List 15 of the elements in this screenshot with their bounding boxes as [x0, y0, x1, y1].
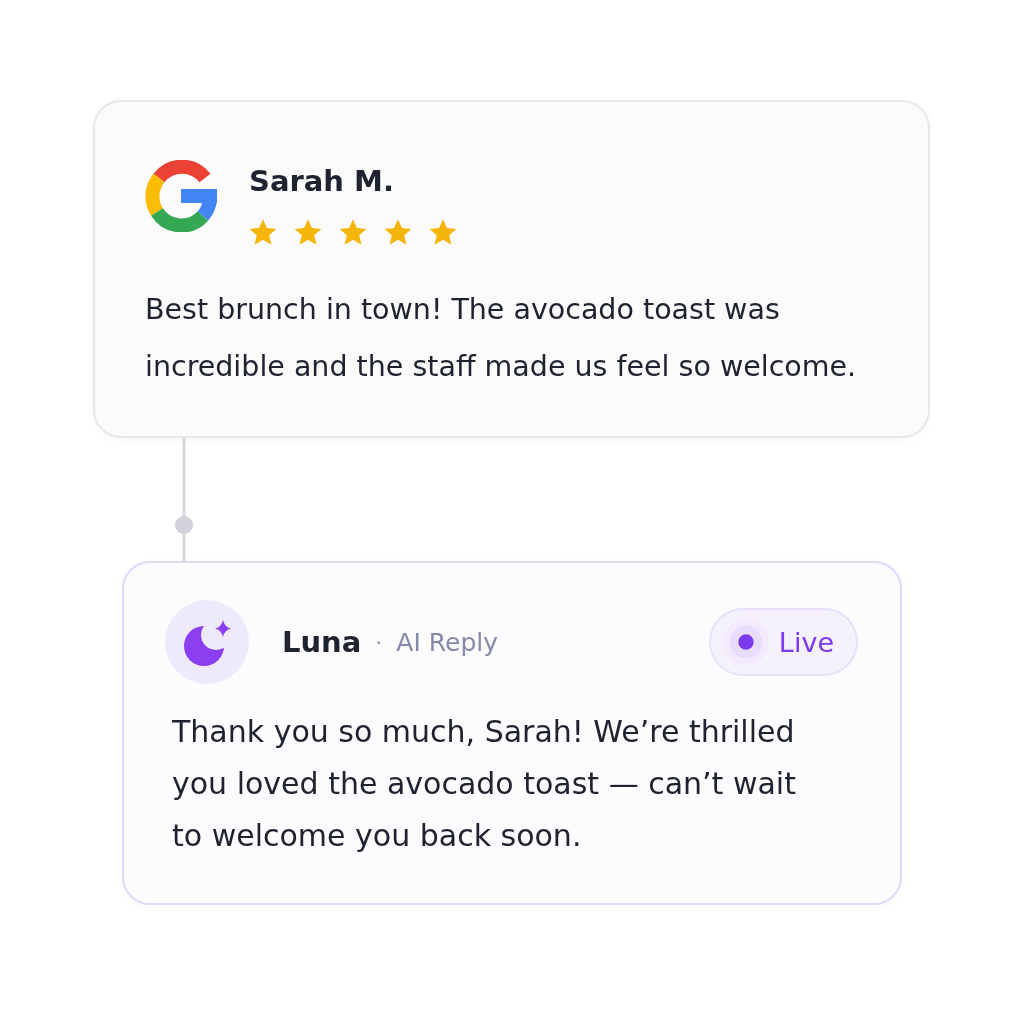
star-icon: [249, 219, 277, 245]
star-icon: [294, 219, 322, 245]
badge-label: Live: [778, 626, 834, 658]
replier-name: Luna: [282, 625, 362, 659]
star-icon: [339, 219, 367, 245]
moon-avatar-icon: [165, 600, 249, 684]
reply-text: Thank you so much, Sarah! We’re thrilled you loved the avocado toast — can’t wait to welcome you back soon.: [172, 713, 797, 855]
reviewer-name: Sarah M.: [249, 163, 394, 200]
star-icon: [429, 219, 457, 245]
connector-dot-icon: [175, 516, 193, 534]
letter-g-logo-icon: [145, 160, 217, 232]
star-icon: [384, 219, 412, 245]
review-text: Best brunch in town! The avocado toast was incredible and the staff made us feel so welcome.: [145, 292, 858, 385]
reply-role-label: AI Reply: [396, 627, 498, 657]
separator-dot: ·: [375, 629, 383, 655]
